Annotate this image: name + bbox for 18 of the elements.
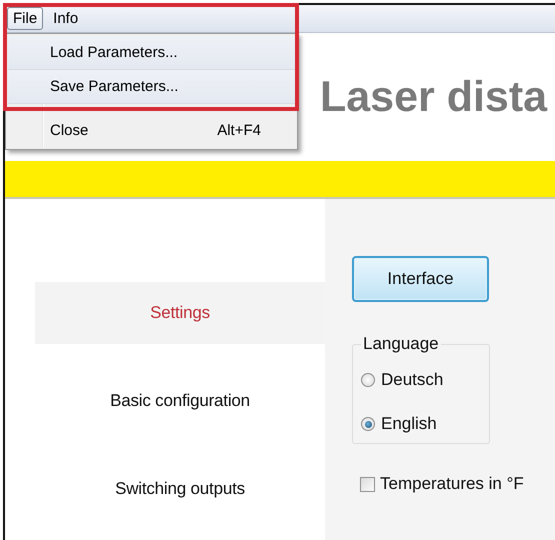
radio-button[interactable] xyxy=(361,417,375,431)
nav-item[interactable]: Basic configuration xyxy=(35,370,325,432)
nav-item[interactable]: Settings xyxy=(35,282,325,344)
radio-button[interactable] xyxy=(361,373,375,387)
menu-entry[interactable]: Close Alt+F4 xyxy=(8,113,295,147)
radio-label[interactable]: English xyxy=(381,414,437,434)
shortcut-label: Alt+F4 xyxy=(217,122,261,138)
app-title: Laser dista xyxy=(320,73,548,121)
interface-button[interactable]: Interface xyxy=(352,256,489,302)
menu-item[interactable]: File xyxy=(7,7,44,30)
menu-entry[interactable]: Save Parameters... xyxy=(8,70,295,104)
group-label: Language xyxy=(362,334,440,354)
checkbox[interactable] xyxy=(360,476,375,492)
checkbox-label[interactable]: Temperatures in °F xyxy=(380,474,524,494)
menu-item[interactable]: Info xyxy=(47,7,84,30)
menu-entry[interactable]: Load Parameters... xyxy=(8,36,295,70)
nav-item[interactable]: Switching outputs xyxy=(35,458,325,520)
radio-label[interactable]: Deutsch xyxy=(381,370,444,390)
